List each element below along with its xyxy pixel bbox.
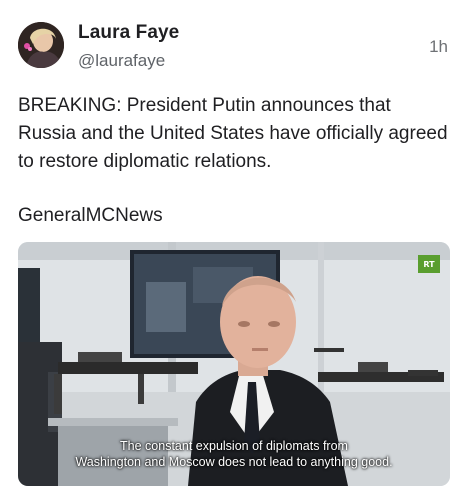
post-text: BREAKING: President Putin announces that… <box>18 95 448 172</box>
profile-photo-icon <box>18 22 64 68</box>
user-handle[interactable]: @laurafaye <box>78 51 165 71</box>
post-card[interactable]: Laura Faye @laurafaye 1h BREAKING: Presi… <box>0 0 468 500</box>
subtitle-line-2: Washington and Moscow does not lead to a… <box>75 455 393 469</box>
video-subtitle: The constant expulsion of diplomats from… <box>18 438 450 470</box>
rt-logo: RT <box>418 255 440 273</box>
post-source: GeneralMCNews <box>18 205 163 226</box>
post-timestamp[interactable]: 1h <box>429 37 448 57</box>
avatar[interactable] <box>18 22 64 68</box>
post-body: BREAKING: President Putin announces that… <box>18 92 448 230</box>
video-thumbnail[interactable]: RT The constant expulsion of diplomats f… <box>18 242 450 486</box>
display-name[interactable]: Laura Faye <box>78 22 179 44</box>
subtitle-line-1: The constant expulsion of diplomats from <box>120 439 348 453</box>
